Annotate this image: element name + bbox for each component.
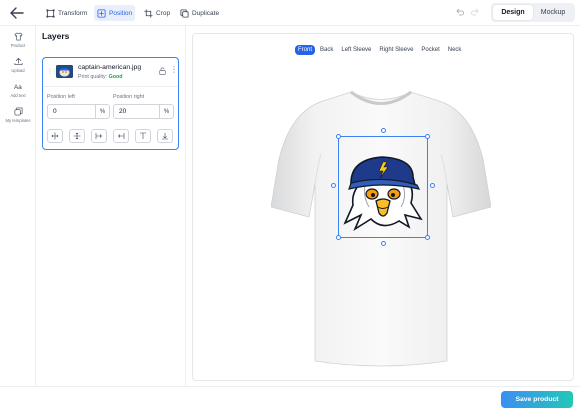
layer-card[interactable]: ⋮⋮ captain-american.jpg Print quality: G… [42,57,179,150]
design-mode-button[interactable]: Design [493,5,533,20]
resize-handle-bottom-right[interactable] [425,235,430,240]
crop-button[interactable]: Crop [141,5,173,21]
resize-handle-left[interactable] [331,183,336,188]
crop-icon [144,8,153,18]
align-top-icon [140,132,146,139]
align-horizontal-center-icon [51,132,59,140]
align-vertical-center-icon [73,132,81,140]
crop-label: Crop [156,9,171,17]
align-vertical-center-button[interactable] [69,129,85,143]
design-mockup-toggle: Design Mockup [491,3,575,22]
position-right-unit: % [159,105,173,118]
view-tab-right-sleeve[interactable]: Right Sleeve [376,45,416,55]
duplicate-icon [180,8,189,18]
rail-label-product: Product [10,43,26,48]
duplicate-button[interactable]: Duplicate [177,5,222,21]
rail-item-add-text[interactable]: Aa Add text [0,82,36,98]
position-icon [97,8,106,18]
svg-text:Aa: Aa [14,84,22,91]
rail-label-add-text: Add text [10,93,26,98]
resize-handle-bottom[interactable] [381,241,386,246]
mockup-canvas: Front Back Left Sleeve Right Sleeve Pock… [192,33,574,381]
view-tab-neck[interactable]: Neck [445,45,465,55]
save-product-button[interactable]: Save product [501,391,573,408]
position-left-field[interactable]: 0 % [47,104,110,119]
transform-label: Transform [58,9,88,17]
align-right-icon [118,133,125,139]
position-left-unit: % [95,105,109,118]
position-right-label: Position right [113,94,145,100]
transform-button[interactable]: Transform [43,5,90,21]
layer-card-divider [43,86,178,87]
resize-handle-right[interactable] [430,183,435,188]
rail-item-upload[interactable]: Upload [0,57,36,73]
position-left-value[interactable]: 0 [48,108,95,115]
align-bottom-icon [162,133,168,140]
align-bottom-button[interactable] [157,129,173,143]
undo-icon[interactable] [456,8,464,16]
more-options-icon[interactable]: ⋮ [170,66,178,74]
layer-name: captain-american.jpg [78,64,142,71]
shirt-icon [14,32,22,41]
mockup-mode-button[interactable]: Mockup [533,5,573,20]
align-left-icon [95,133,102,139]
eagle-mascot-artwork [343,156,423,231]
resize-handle-bottom-left[interactable] [336,235,341,240]
layers-panel: Layers ⋮⋮ captain-american.jpg Print qua… [36,26,186,386]
align-top-button[interactable] [135,129,151,143]
lock-icon[interactable] [159,67,166,75]
design-selection-box[interactable] [331,128,435,246]
layers-title: Layers [42,31,70,41]
resize-handle-top-left[interactable] [336,134,341,139]
rail-label-upload: Upload [11,68,25,73]
position-label: Position [109,9,133,17]
view-tab-pocket[interactable]: Pocket [418,45,442,55]
print-quality-value: Good [108,74,123,80]
align-right-button[interactable] [113,129,129,143]
rail-label-my-templates: My templates [5,118,31,123]
rail-item-my-templates[interactable]: My templates [0,107,36,123]
layer-thumbnail [56,65,73,78]
align-left-button[interactable] [91,129,107,143]
text-icon: Aa [14,84,22,91]
rotate-handle[interactable] [381,128,386,133]
upload-icon [14,58,22,65]
position-right-value[interactable]: 20 [114,108,159,115]
align-horizontal-center-button[interactable] [47,129,63,143]
position-button[interactable]: Position [94,5,136,21]
left-rail: Product Upload Aa Add text My templates [0,26,36,386]
back-arrow-icon[interactable] [9,6,25,20]
top-toolbar: Transform Position Crop Duplicate Design… [0,0,580,26]
bottom-bar: Save product [0,386,580,412]
view-tab-left-sleeve[interactable]: Left Sleeve [338,45,374,55]
view-tab-front[interactable]: Front [295,45,316,55]
templates-icon [14,107,22,116]
transform-icon [46,8,55,18]
print-quality: Print quality: Good [78,74,122,80]
duplicate-label: Duplicate [192,9,220,17]
position-left-label: Position left [47,94,75,100]
print-quality-label: Print quality: [78,74,108,80]
position-right-field[interactable]: 20 % [113,104,174,119]
view-tab-back[interactable]: Back [317,45,336,55]
view-tabs: Front Back Left Sleeve Right Sleeve Pock… [295,45,464,55]
redo-icon[interactable] [471,8,479,16]
rail-item-product[interactable]: Product [0,32,36,48]
resize-handle-top-right[interactable] [425,134,430,139]
